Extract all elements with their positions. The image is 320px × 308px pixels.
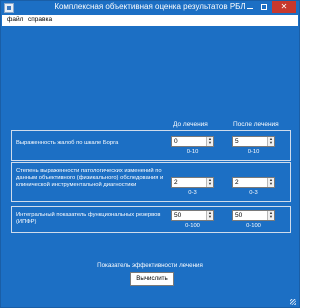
borg-after-stepper[interactable]: 5 ▲ ▼ — [232, 136, 275, 147]
ipfr-label: Интегральный показатель функциональных р… — [16, 212, 161, 225]
spin-buttons[interactable]: ▲ ▼ — [267, 137, 274, 146]
menu-file[interactable]: файл — [7, 16, 23, 23]
close-button[interactable]: ✕ — [272, 1, 296, 13]
pathology-after-stepper[interactable]: 2 ▲ ▼ — [232, 177, 275, 188]
minimize-icon — [247, 8, 253, 9]
menu-help[interactable]: справка — [28, 16, 52, 23]
borg-before-value: 0 — [174, 138, 178, 145]
borg-before-stepper[interactable]: 0 ▲ ▼ — [171, 136, 214, 147]
spin-buttons[interactable]: ▲ ▼ — [267, 178, 274, 187]
group-ipfr: Интегральный показатель функциональных р… — [11, 206, 291, 233]
pathology-before-range: 0-3 — [188, 190, 197, 196]
spin-buttons[interactable]: ▲ ▼ — [206, 137, 213, 146]
ipfr-after-range: 0-100 — [246, 223, 261, 229]
close-icon: ✕ — [280, 2, 288, 11]
borg-before-range: 0-10 — [186, 149, 199, 155]
spin-buttons[interactable]: ▲ ▼ — [206, 178, 213, 187]
title-bar[interactable]: Комплексная объективная оценка результат… — [1, 1, 299, 15]
maximize-button[interactable] — [257, 1, 271, 13]
spin-down-icon[interactable]: ▼ — [207, 141, 213, 145]
app-window: Комплексная объективная оценка результат… — [0, 0, 300, 308]
maximize-icon — [261, 4, 267, 10]
column-header-after: После лечения — [233, 121, 279, 128]
pathology-before-stepper[interactable]: 2 ▲ ▼ — [171, 177, 214, 188]
minimize-button[interactable] — [243, 1, 257, 13]
group-borg-scale: Выраженность жалоб по шкале Борга 0 ▲ ▼ 5… — [11, 130, 291, 161]
borg-scale-label: Выраженность жалоб по шкале Борга — [16, 140, 119, 146]
spin-buttons[interactable]: ▲ ▼ — [267, 211, 274, 220]
pathology-after-value: 2 — [235, 179, 239, 186]
ipfr-after-stepper[interactable]: 50 ▲ ▼ — [232, 210, 275, 221]
borg-after-range: 0-10 — [247, 149, 260, 155]
spin-buttons[interactable]: ▲ ▼ — [206, 211, 213, 220]
main-panel: До лечения После лечения Выраженность жа… — [2, 26, 298, 306]
spin-down-icon[interactable]: ▼ — [207, 215, 213, 219]
spin-down-icon[interactable]: ▼ — [268, 215, 274, 219]
pathology-before-value: 2 — [174, 179, 178, 186]
pathology-degree-label: Степень выраженности патологических изме… — [16, 168, 164, 188]
menu-bar: файл справка — [2, 15, 298, 26]
resize-grip-icon[interactable] — [290, 299, 296, 305]
ipfr-after-value: 50 — [235, 212, 243, 219]
ipfr-before-value: 50 — [174, 212, 182, 219]
spin-down-icon[interactable]: ▼ — [268, 182, 274, 186]
calculate-button[interactable]: Вычислить — [130, 272, 174, 286]
column-header-before: До лечения — [173, 121, 208, 128]
spin-down-icon[interactable]: ▼ — [207, 182, 213, 186]
ipfr-before-range: 0-100 — [185, 223, 200, 229]
borg-after-value: 5 — [235, 138, 239, 145]
effectiveness-label: Показатель эффективности лечения — [97, 262, 203, 269]
pathology-after-range: 0-3 — [249, 190, 258, 196]
ipfr-before-stepper[interactable]: 50 ▲ ▼ — [171, 210, 214, 221]
spin-down-icon[interactable]: ▼ — [268, 141, 274, 145]
group-pathology-degree: Степень выраженности патологических изме… — [11, 162, 291, 202]
